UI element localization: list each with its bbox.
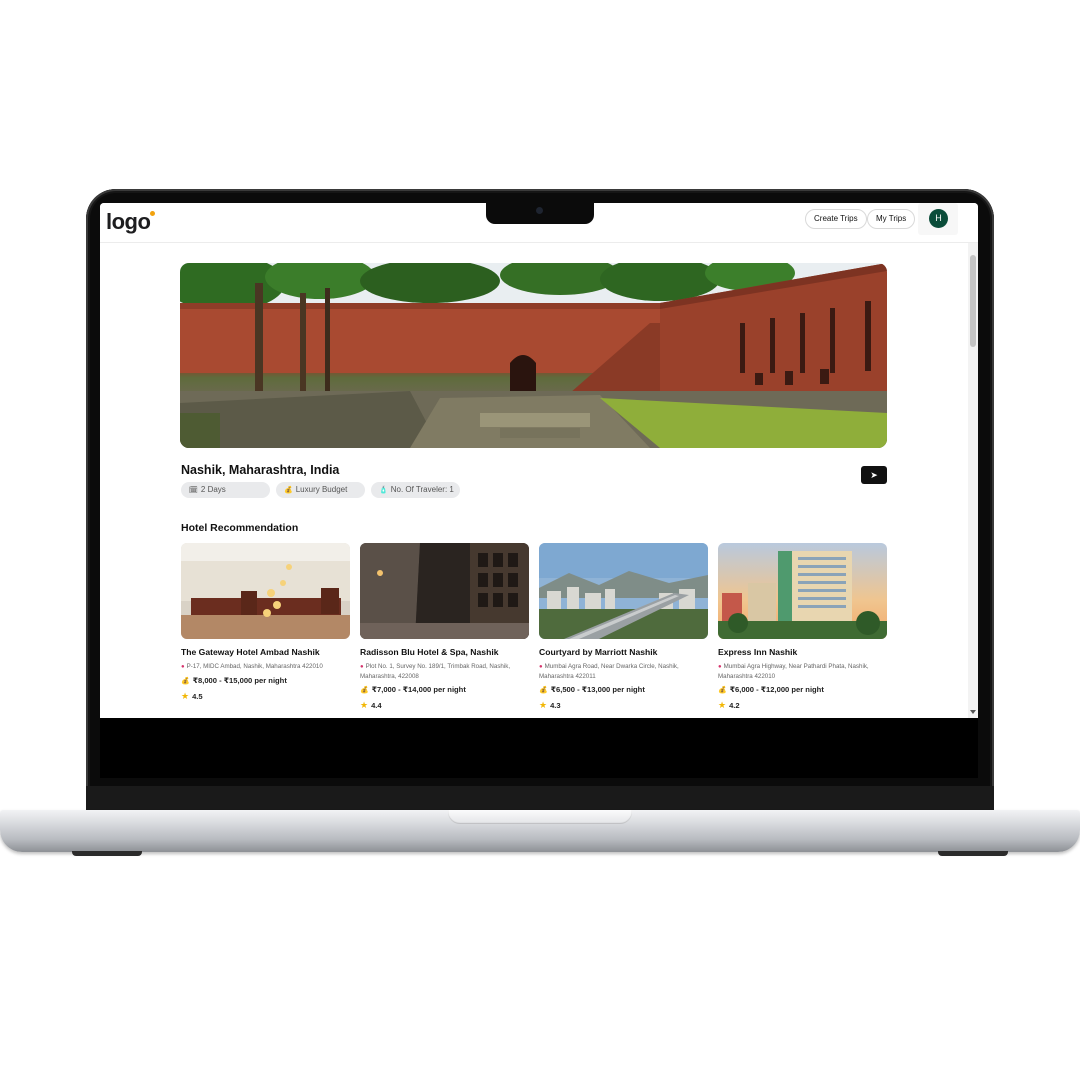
hotel-rating: ★ 4.5 — [181, 691, 350, 702]
hotel-price: 💰 ₹8,000 - ₹15,000 per night — [181, 676, 350, 685]
money-bag-icon: 💰 — [181, 678, 190, 685]
star-icon: ★ — [539, 700, 548, 710]
hotel-address: ● Plot No. 1, Survey No. 189/1, Trimbak R… — [360, 662, 529, 681]
location-pin-icon: ● — [181, 664, 185, 670]
hotel-address-text: P-17, MIDC Ambad, Nashik, Maharashtra 42… — [186, 663, 323, 670]
money-bag-icon: 💰 — [539, 687, 548, 694]
my-trips-button[interactable]: My Trips — [867, 209, 916, 229]
budget-chip-label: Luxury Budget — [295, 485, 348, 494]
laptop-foot-right — [938, 851, 1008, 856]
money-bag-icon: 💰 — [360, 687, 369, 694]
hotel-name: Radisson Blu Hotel & Spa, Nashik — [360, 647, 499, 657]
hotel-address-text: Mumbai Agra Highway, Near Pathardi Phata… — [718, 663, 869, 680]
hotel-rating-value: 4.5 — [192, 692, 203, 701]
hotel-image — [539, 543, 708, 639]
hotel-rating: ★ 4.2 — [718, 700, 887, 711]
avatar-container: H — [918, 203, 958, 235]
share-button[interactable]: ➤ — [861, 466, 887, 484]
hotel-address-text: Plot No. 1, Survey No. 189/1, Trimbak Ro… — [360, 663, 511, 680]
hotel-price-text: ₹8,000 - ₹15,000 per night — [192, 676, 287, 685]
hotel-address: ● Mumbai Agra Highway, Near Pathardi Phat… — [718, 662, 887, 681]
hotel-image — [360, 543, 529, 639]
hotel-section-title: Hotel Recommendation — [181, 522, 299, 534]
star-icon: ★ — [718, 700, 727, 710]
hotel-card[interactable]: Radisson Blu Hotel & Spa, Nashik ● Plot N… — [360, 543, 529, 711]
destination-title: Nashik, Maharashtra, India — [181, 463, 340, 477]
hotel-rating-value: 4.4 — [371, 701, 382, 710]
hotel-card[interactable]: Express Inn Nashik ● Mumbai Agra Highway,… — [718, 543, 887, 711]
send-icon: ➤ — [870, 470, 878, 480]
hotel-rating-value: 4.3 — [550, 701, 561, 710]
logo[interactable]: logo — [106, 209, 156, 235]
hotel-address-text: Mumbai Agra Road, Near Dwarka Circle, Na… — [539, 663, 679, 680]
location-pin-icon: ● — [718, 664, 722, 670]
location-pin-icon: ● — [539, 664, 543, 670]
hotel-name: Express Inn Nashik — [718, 647, 798, 657]
hotel-image — [181, 543, 350, 639]
destination-hero-image — [180, 263, 887, 448]
hotel-image — [718, 543, 887, 639]
hotel-rating: ★ 4.3 — [539, 700, 708, 711]
logo-text: logo — [106, 209, 151, 234]
hero-illustration — [180, 263, 887, 448]
logo-accent-dot — [150, 211, 156, 216]
calendar-icon: 🗓 — [189, 487, 198, 494]
hotel-price: 💰 ₹7,000 - ₹14,000 per night — [360, 685, 529, 694]
hotel-address: ● P-17, MIDC Ambad, Nashik, Maharashtra 4… — [181, 662, 350, 672]
hotel-rating-value: 4.2 — [729, 701, 740, 710]
budget-chip: 💰 Luxury Budget — [276, 482, 365, 498]
money-bag-icon: 💰 — [718, 687, 727, 694]
laptop-lip — [448, 810, 632, 824]
browser-screen: logo Create Trips My Trips H Nashik, Mah… — [100, 203, 978, 718]
laptop-chin — [86, 786, 994, 810]
money-bag-icon: 💰 — [284, 487, 293, 494]
star-icon: ★ — [181, 691, 190, 701]
laptop-foot-left — [72, 851, 142, 856]
travelers-chip: 🧴 No. Of Traveler: 1 — [371, 482, 460, 498]
hotel-address: ● Mumbai Agra Road, Near Dwarka Circle, N… — [539, 662, 708, 681]
scroll-down-arrow-icon[interactable] — [970, 710, 976, 714]
user-avatar[interactable]: H — [929, 209, 948, 228]
star-icon: ★ — [360, 700, 369, 710]
days-chip-label: 2 Days — [200, 485, 226, 494]
hotel-card[interactable]: The Gateway Hotel Ambad Nashik ● P-17, MI… — [181, 543, 350, 702]
hotel-price: 💰 ₹6,500 - ₹13,000 per night — [539, 685, 708, 694]
travelers-chip-label: No. Of Traveler: 1 — [390, 485, 454, 494]
scrollbar-thumb[interactable] — [970, 255, 976, 347]
location-pin-icon: ● — [360, 664, 364, 670]
hotel-rating: ★ 4.4 — [360, 700, 529, 711]
vertical-scrollbar[interactable] — [968, 243, 978, 718]
hotel-price: 💰 ₹6,000 - ₹12,000 per night — [718, 685, 887, 694]
hotel-name: The Gateway Hotel Ambad Nashik — [181, 647, 320, 657]
hotel-name: Courtyard by Marriott Nashik — [539, 647, 658, 657]
hotel-card[interactable]: Courtyard by Marriott Nashik ● Mumbai Agr… — [539, 543, 708, 711]
hotel-price-text: ₹6,000 - ₹12,000 per night — [729, 685, 824, 694]
create-trips-button[interactable]: Create Trips — [805, 209, 867, 229]
bottle-icon: 🧴 — [379, 487, 388, 494]
hotel-price-text: ₹7,000 - ₹14,000 per night — [371, 685, 466, 694]
days-chip: 🗓 2 Days — [181, 482, 270, 498]
hotel-price-text: ₹6,500 - ₹13,000 per night — [550, 685, 645, 694]
webcam — [536, 207, 543, 214]
screen-black-area — [100, 718, 978, 778]
